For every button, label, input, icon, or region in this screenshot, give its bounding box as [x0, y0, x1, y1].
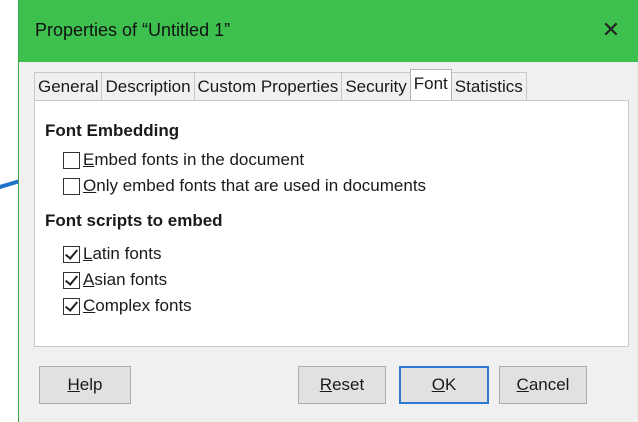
tab-statistics[interactable]: Statistics	[450, 72, 527, 100]
complex-fonts-option[interactable]: Complex fonts	[63, 295, 192, 317]
properties-dialog: Properties of “Untitled 1” ✕ General Des…	[18, 0, 638, 422]
only-used-fonts-option[interactable]: Only embed fonts that are used in docume…	[63, 175, 426, 197]
tab-font[interactable]: Font	[409, 69, 452, 100]
cancel-button[interactable]: Cancel	[499, 366, 587, 404]
asian-fonts-option[interactable]: Asian fonts	[63, 269, 167, 291]
embed-fonts-checkbox[interactable]	[63, 151, 80, 169]
reset-button[interactable]: Reset	[298, 366, 386, 404]
only-used-fonts-label: Only embed fonts that are used in docume…	[83, 176, 427, 195]
only-used-fonts-checkbox[interactable]	[63, 177, 80, 195]
font-embedding-heading: Font Embedding	[45, 121, 180, 140]
close-icon[interactable]: ✕	[597, 16, 625, 44]
tab-bar: General Description Custom Properties Se…	[34, 69, 527, 100]
tab-general[interactable]: General	[34, 72, 103, 100]
asian-fonts-checkbox[interactable]	[63, 271, 80, 289]
font-tab-panel: Font Embedding Embed fonts in the docume…	[34, 100, 629, 347]
complex-fonts-checkbox[interactable]	[63, 297, 80, 315]
help-button[interactable]: Help	[39, 366, 131, 404]
embed-fonts-label: Embed fonts in the document	[83, 150, 305, 169]
title-bar: Properties of “Untitled 1” ✕	[19, 0, 638, 62]
latin-fonts-label: Latin fonts	[83, 244, 162, 263]
complex-fonts-label: Complex fonts	[83, 296, 192, 315]
font-scripts-heading: Font scripts to embed	[45, 211, 223, 230]
embed-fonts-option[interactable]: Embed fonts in the document	[63, 149, 304, 171]
window-title: Properties of “Untitled 1”	[35, 20, 231, 40]
asian-fonts-label: Asian fonts	[83, 270, 168, 289]
tab-security[interactable]: Security	[341, 72, 411, 100]
tab-custom-properties[interactable]: Custom Properties	[193, 72, 343, 100]
latin-fonts-checkbox[interactable]	[63, 245, 80, 263]
latin-fonts-option[interactable]: Latin fonts	[63, 243, 161, 265]
tab-description[interactable]: Description	[101, 72, 195, 100]
ok-button[interactable]: OK	[399, 366, 489, 404]
